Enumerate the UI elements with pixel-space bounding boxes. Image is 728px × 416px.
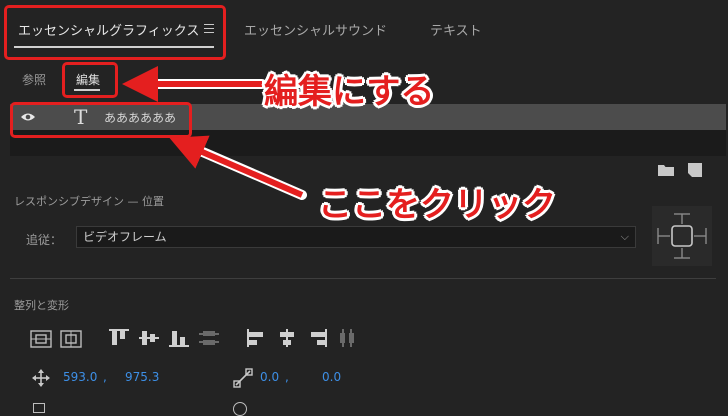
annotation-click-text: ここをクリック (318, 185, 556, 225)
annotation-edit-text: 編集にする (264, 72, 435, 112)
